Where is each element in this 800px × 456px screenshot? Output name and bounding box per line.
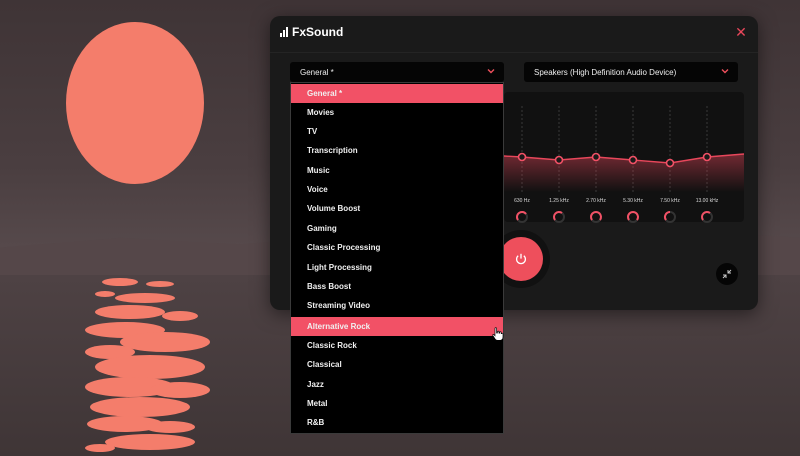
shrink-button[interactable]: [716, 263, 738, 285]
preset-select[interactable]: General *: [290, 62, 504, 82]
preset-option-bass-boost[interactable]: Bass Boost: [291, 277, 503, 296]
equalizer-panel: 630 Hz 1.25 kHz 2.70 kHz 5.30 kHz 7.50 k…: [504, 92, 744, 224]
eq-band-label: 2.70 kHz: [586, 198, 606, 204]
preset-dropdown-list: General * Movies TV Transcription Music …: [290, 82, 504, 434]
eq-band-handle[interactable]: [554, 155, 564, 165]
eq-band-knob[interactable]: [700, 210, 714, 224]
preset-option-classic-rock[interactable]: Classic Rock: [291, 336, 503, 355]
preset-option-alternative-rock[interactable]: Alternative Rock: [291, 317, 503, 336]
eq-band-knob[interactable]: [663, 210, 677, 224]
preset-option-volume-boost[interactable]: Volume Boost: [291, 199, 503, 218]
chevron-down-icon: [487, 69, 495, 74]
close-icon: ✕: [735, 24, 747, 40]
preset-option-streaming-video[interactable]: Streaming Video: [291, 296, 503, 315]
preset-option-classical[interactable]: Classical: [291, 355, 503, 374]
preset-option-metal[interactable]: Metal: [291, 394, 503, 413]
eq-band-label: 630 Hz: [514, 198, 530, 204]
preset-select-value: General *: [300, 67, 334, 77]
eq-band-handle[interactable]: [591, 152, 601, 162]
device-select-value: Speakers (High Definition Audio Device): [534, 67, 677, 77]
eq-band-label: 7.50 kHz: [660, 198, 680, 204]
wallpaper-sun-reflection: [85, 278, 210, 452]
eq-band-handle[interactable]: [517, 152, 527, 162]
fxsound-logo-icon: [280, 27, 288, 37]
close-button[interactable]: ✕: [732, 23, 750, 41]
preset-option-gaming[interactable]: Gaming: [291, 219, 503, 238]
app-title: FxSound: [292, 25, 344, 39]
hand-cursor-icon: [492, 327, 504, 341]
preset-option-classic-processing[interactable]: Classic Processing: [291, 238, 503, 257]
eq-band-label: 5.30 kHz: [623, 198, 643, 204]
preset-option-light-processing[interactable]: Light Processing: [291, 258, 503, 277]
preset-option-tv[interactable]: TV: [291, 122, 503, 141]
wallpaper-sun: [66, 22, 204, 184]
eq-band-handle[interactable]: [702, 152, 712, 162]
eq-band-handle[interactable]: [665, 158, 675, 168]
eq-band-label: 1.25 kHz: [549, 198, 569, 204]
eq-band-knob[interactable]: [589, 210, 603, 224]
preset-option-rnb[interactable]: R&B: [291, 413, 503, 432]
power-button[interactable]: [499, 237, 543, 281]
output-device-select[interactable]: Speakers (High Definition Audio Device): [524, 62, 738, 82]
eq-band-knob[interactable]: [626, 210, 640, 224]
eq-band-handle[interactable]: [628, 155, 638, 165]
app-logo: FxSound: [280, 25, 343, 39]
preset-option-jazz[interactable]: Jazz: [291, 375, 503, 394]
eq-band-knob[interactable]: [552, 210, 566, 224]
eq-band-label: 13.00 kHz: [695, 198, 719, 204]
preset-option-movies[interactable]: Movies: [291, 103, 503, 122]
eq-band-knob[interactable]: [515, 210, 529, 224]
preset-option-voice[interactable]: Voice: [291, 180, 503, 199]
title-bar: FxSound ✕: [270, 16, 758, 53]
chevron-down-icon: [721, 69, 729, 74]
preset-option-music[interactable]: Music: [291, 161, 503, 180]
preset-option-general[interactable]: General *: [291, 84, 503, 103]
shrink-icon: [722, 269, 732, 279]
power-icon: [515, 253, 527, 265]
preset-option-transcription[interactable]: Transcription: [291, 141, 503, 160]
